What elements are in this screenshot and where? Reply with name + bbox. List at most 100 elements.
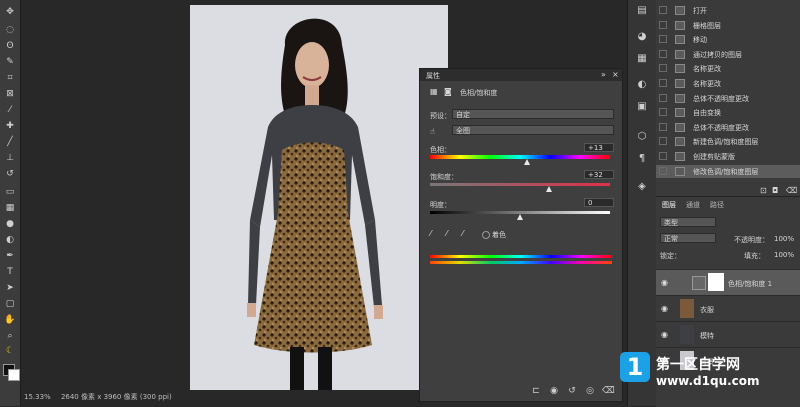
history-brush-tool-icon[interactable]: ↺ [3,168,17,180]
channel-dropdown[interactable]: 全图 [452,125,614,135]
layer-filter-dropdown[interactable]: 类型 [660,217,716,227]
move-tool-icon[interactable]: ✥ [3,6,17,18]
zoom-readout[interactable]: 15.33% [24,393,51,401]
history-checkbox[interactable] [659,137,667,146]
history-item[interactable]: 名称更改 [656,62,800,75]
clip-to-layer-icon[interactable]: ⊏ [530,385,542,397]
gradient-tool-icon[interactable]: ▦ [3,202,17,214]
history-checkbox[interactable] [659,64,667,73]
eyedropper-tool-icon[interactable]: ⁄ [3,104,17,116]
history-checkbox[interactable] [659,79,667,87]
history-checkbox[interactable] [659,35,667,44]
history-item[interactable]: 自由变换 [656,106,800,119]
reset-icon[interactable]: ↺ [566,385,578,397]
eyedropper-icon[interactable]: ⁄ [430,229,431,238]
view-previous-icon[interactable]: ◉ [548,385,560,397]
layer-row-model[interactable]: ◉ 模特 [656,321,800,348]
shape-tool-icon[interactable]: ▢ [3,298,17,310]
opacity-value[interactable]: 100% [774,235,794,243]
3d-panel-icon[interactable]: ⬡ [635,130,649,144]
eye-icon[interactable]: ◉ [661,305,669,313]
history-panel-icon[interactable]: ▤ [635,4,649,18]
hue-value-field[interactable]: +13 [584,143,614,152]
history-item[interactable]: 创建剪贴蒙版 [656,150,800,163]
history-checkbox[interactable] [659,166,667,175]
frame-tool-icon[interactable]: ⊠ [3,88,17,100]
zoom-tool-icon[interactable]: ⌕ [3,330,17,342]
history-checkbox[interactable] [659,6,667,14]
colorize-checkbox[interactable] [482,231,490,239]
hand-tool-icon[interactable]: ✋ [3,314,17,326]
saturation-slider-track[interactable] [430,183,610,186]
tab-paths[interactable]: 路径 [710,200,724,210]
dodge-tool-icon[interactable]: ◐ [3,234,17,246]
brush-tool-icon[interactable]: ╱ [3,136,17,148]
history-checkbox[interactable] [659,49,667,58]
fill-value[interactable]: 100% [774,251,794,259]
history-item-label: 新建色调/饱和度图层 [693,138,759,147]
background-color-swatch[interactable] [8,369,20,381]
hue-slider-track[interactable] [430,155,610,159]
tab-layers[interactable]: 图层 [662,200,676,210]
history-item[interactable]: 移动 [656,33,800,46]
history-item[interactable]: 名称更改 [656,77,800,90]
target-adjust-hand-icon[interactable]: ☝ [430,127,435,136]
visibility-icon[interactable]: ◎ [584,385,596,397]
collapse-icon[interactable]: » [601,70,606,79]
healing-tool-icon[interactable]: ✚ [3,120,17,132]
color-panel-icon[interactable]: ◕ [635,30,649,44]
delete-icon[interactable]: ⌫ [602,385,615,397]
history-item[interactable]: 新建色调/饱和度图层 [656,135,800,148]
history-item[interactable]: 总体不透明度更改 [656,92,800,105]
close-icon[interactable]: × [612,70,619,79]
layer-row-adjustment[interactable]: ◉ 色相/饱和度 1 [656,269,800,296]
quick-select-tool-icon[interactable]: ✎ [3,56,17,68]
document-canvas[interactable] [190,5,448,390]
type-tool-icon[interactable]: T [3,266,17,278]
history-item[interactable]: 修改色调/饱和度图层 [656,164,800,178]
marquee-tool-icon[interactable]: ◌ [3,24,17,36]
hue-slider-thumb[interactable] [524,159,531,165]
lightness-slider-thumb[interactable] [517,214,523,220]
path-select-tool-icon[interactable]: ➤ [3,282,17,294]
history-checkbox[interactable] [659,122,667,131]
history-checkbox[interactable] [659,108,667,117]
adjustments-panel-icon[interactable]: ◐ [635,78,649,92]
history-checkbox[interactable] [659,93,667,102]
history-delete-icon[interactable]: ⌫ [786,186,797,195]
history-item[interactable]: 总体不透明度更改 [656,121,800,134]
layer-row-clothes[interactable]: ◉ 衣服 [656,295,800,322]
eye-icon[interactable]: ◉ [661,331,669,339]
stamp-tool-icon[interactable]: ⊥ [3,152,17,164]
camera-icon[interactable]: ◘ [772,186,778,195]
crop-tool-icon[interactable]: ⌗ [3,72,17,84]
lightness-value-field[interactable]: 0 [584,198,614,207]
layers-panel-icon[interactable]: ◈ [635,180,649,194]
history-item[interactable]: 通过拷贝的图层 [656,48,800,61]
eyedropper-plus-icon[interactable]: ⁄ [446,229,447,238]
history-checkbox[interactable] [659,20,667,29]
swatches-panel-icon[interactable]: ▦ [635,52,649,66]
new-snapshot-icon[interactable]: ⊡ [760,186,767,195]
eraser-tool-icon[interactable]: ▭ [3,186,17,198]
paragraph-panel-icon[interactable]: ¶ [635,152,649,166]
blur-tool-icon[interactable]: ● [3,218,17,230]
blend-mode-dropdown[interactable]: 正常 [660,233,716,243]
saturation-slider-thumb[interactable] [545,186,552,192]
properties-titlebar[interactable]: 属性 » × [420,69,622,81]
history-item[interactable]: 栅格图层 [656,19,800,32]
layer-mask-thumbnail[interactable] [708,273,724,291]
mask-icon[interactable]: ◙ [444,87,452,96]
saturation-value-field[interactable]: +32 [584,170,614,179]
eye-icon[interactable]: ◉ [661,279,669,287]
lasso-tool-icon[interactable]: ʘ [3,40,17,52]
eyedropper-minus-icon[interactable]: ⁄ [462,229,463,238]
watermark-url: www.d1qu.com [656,374,760,388]
pen-tool-icon[interactable]: ✒ [3,250,17,262]
preset-dropdown[interactable]: 自定 [452,109,614,119]
history-checkbox[interactable] [659,152,667,160]
history-state-icon [675,166,685,176]
history-item[interactable]: 打开 [656,4,800,17]
libraries-panel-icon[interactable]: ▣ [635,100,649,114]
tab-channels[interactable]: 通道 [686,200,700,210]
